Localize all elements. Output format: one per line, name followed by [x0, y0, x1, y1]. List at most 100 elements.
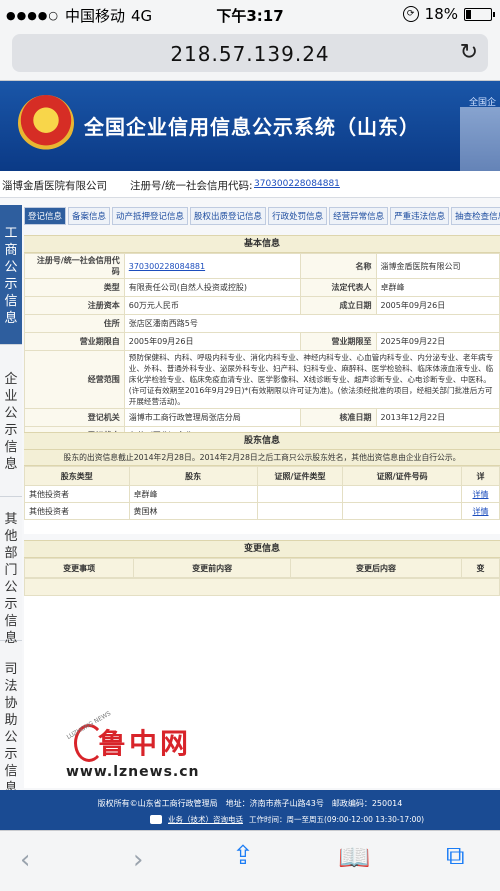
detail-link[interactable]: 详情 — [461, 502, 500, 520]
scope-value: 预防保健科、内科、呼吸内科专业、消化内科专业、神经内科专业、心血管内科专业、内分… — [123, 350, 500, 409]
term-from-label: 营业期限自 — [24, 332, 125, 351]
watermark-url: www.lznews.cn — [66, 764, 200, 780]
shareholder-id-type — [256, 502, 344, 520]
type-label: 类型 — [24, 278, 125, 297]
col-header: 股东类型 — [24, 466, 130, 486]
company-bar: 淄博金盾医院有限公司 注册号/统一社会信用代码: 370300228084881 — [0, 171, 500, 198]
shareholders-title: 股东信息 — [24, 432, 500, 450]
name-label: 名称 — [299, 253, 377, 279]
shareholder-id-no — [342, 502, 462, 520]
col-header: 股东 — [128, 466, 258, 486]
scope-label: 经营范围 — [24, 350, 125, 409]
table-row: 其他投资者 卓群峰 详情 — [24, 485, 500, 503]
term-from-value: 2005年09月26日 — [123, 332, 301, 351]
type-value: 有限责任公司(自然人投资或控股) — [123, 278, 301, 297]
national-emblem-logo — [18, 95, 74, 151]
col-header: 变更前内容 — [133, 558, 291, 578]
tabs-icon[interactable]: ⧉ — [446, 841, 465, 872]
tab-serious-violation[interactable]: 严重违法信息 — [390, 207, 450, 225]
est-value: 2005年09月26日 — [375, 296, 500, 315]
url-text: 218.57.139.24 — [170, 42, 330, 66]
tab-filing[interactable]: 备案信息 — [68, 207, 111, 225]
basic-info-panel: 基本信息 注册号/统一社会信用代码 370300228084881 名称 淄博金… — [24, 235, 500, 445]
rotation-lock-icon: ⟳ — [402, 6, 419, 22]
tab-abnormal[interactable]: 经营异常信息 — [329, 207, 389, 225]
rep-label: 法定代表人 — [299, 278, 377, 297]
battery-icon — [464, 7, 495, 21]
term-to-label: 营业期限至 — [299, 332, 377, 351]
rep-value: 卓群峰 — [375, 278, 500, 297]
tab-equity-pledge[interactable]: 股权出质登记信息 — [190, 207, 267, 225]
bookmarks-icon[interactable]: 📖 — [338, 843, 370, 873]
battery-percent: 18% — [424, 5, 458, 23]
table-header-row: 变更事项 变更前内容 变更后内容 变 — [23, 558, 500, 578]
tab-registration[interactable]: 登记信息 — [24, 207, 67, 225]
watermark: LUZHONG NEWS 鲁中网 www.lznews.cn — [60, 710, 260, 784]
basic-info-table: 注册号/统一社会信用代码 370300228084881 名称 淄博金盾医院有限… — [24, 253, 500, 445]
est-label: 成立日期 — [299, 296, 377, 315]
basic-info-title: 基本信息 — [24, 235, 500, 253]
table-row: 注册号/统一社会信用代码 370300228084881 名称 淄博金盾医院有限… — [24, 253, 500, 279]
table-row: 住所 张店区潘南西路5号 — [24, 314, 500, 333]
left-nav-item-other-departments[interactable]: 其他部门公示信息 — [0, 499, 22, 646]
reg-no-value[interactable]: 370300228084881 — [123, 253, 301, 279]
reg-label: 注册号/统一社会信用代码: — [130, 180, 253, 192]
shareholder-name: 黄国林 — [128, 502, 258, 520]
table-header-row: 股东类型 股东 证照/证件类型 证照/证件号码 详 — [24, 466, 500, 486]
approve-value: 2013年12月22日 — [375, 408, 500, 427]
col-header: 变 — [461, 558, 500, 578]
tab-bar: 登记信息 备案信息 动产抵押登记信息 股权出质登记信息 行政处罚信息 经营异常信… — [24, 207, 500, 225]
left-nav-item-business[interactable]: 工商公示信息 — [0, 205, 22, 345]
site-footer: 版权所有©山东省工商行政管理局 地址：济南市燕子山路43号 邮政编码：25001… — [0, 790, 500, 830]
skyline-decoration — [460, 107, 500, 171]
reg-no-label: 注册号/统一社会信用代码 — [24, 253, 125, 279]
changes-title: 变更信息 — [24, 540, 500, 558]
left-nav-item-judicial[interactable]: 司法协助公示信息 — [0, 643, 22, 796]
shareholders-panel: 股东信息 股东的出资信息截止2014年2月28日。2014年2月28日之后工商只… — [24, 432, 500, 534]
site-title: 全国企业信用信息公示系统（山东） — [84, 115, 420, 139]
watermark-logo: 鲁中网 — [98, 727, 192, 760]
tab-inspection[interactable]: 抽查检查信息 — [451, 207, 500, 225]
table-row: 经营范围 预防保健科、内科、呼吸内科专业、消化内科专业、神经内科专业、心血管内科… — [24, 350, 500, 409]
table-row: 注册资本 60万元人民币 成立日期 2005年09月26日 — [24, 296, 500, 315]
url-field[interactable]: 218.57.139.24 ↻ — [12, 34, 488, 72]
shareholder-type: 其他投资者 — [24, 485, 130, 503]
tab-penalty[interactable]: 行政处罚信息 — [268, 207, 328, 225]
table-row: 类型 有限责任公司(自然人投资或控股) 法定代表人 卓群峰 — [24, 278, 500, 297]
address-value: 张店区潘南西路5号 — [123, 314, 500, 333]
reload-icon[interactable]: ↻ — [460, 40, 478, 65]
working-hours: 工作时间：周一至周五(09:00-12:00 13:30-17:00) — [249, 815, 425, 824]
empty-row — [24, 578, 500, 596]
left-nav-item-enterprise[interactable]: 企业公示信息 — [0, 347, 22, 497]
col-header: 证照/证件类型 — [256, 466, 344, 486]
hotline-link[interactable]: 业务（技术）咨询电话 — [168, 814, 243, 825]
shareholder-name: 卓群峰 — [128, 485, 258, 503]
table-row: 营业期限自 2005年09月26日 营业期限至 2025年09月22日 — [24, 332, 500, 351]
shareholders-note: 股东的出资信息截止2014年2月28日。2014年2月28日之后工商只公示股东姓… — [24, 450, 500, 466]
capital-value: 60万元人民币 — [123, 296, 301, 315]
col-header: 变更后内容 — [290, 558, 462, 578]
col-header: 证照/证件号码 — [342, 466, 462, 486]
reg-value-link[interactable]: 370300228084881 — [254, 179, 340, 189]
authority-value: 淄博市工商行政管理局张店分局 — [123, 408, 301, 427]
tab-chattel-mortgage[interactable]: 动产抵押登记信息 — [112, 207, 189, 225]
changes-table: 变更事项 变更前内容 变更后内容 变 — [23, 558, 500, 578]
term-to-value: 2025年09月22日 — [375, 332, 500, 351]
browser-address-bar: 218.57.139.24 ↻ — [0, 28, 500, 81]
shareholders-table: 股东类型 股东 证照/证件类型 证照/证件号码 详 其他投资者 卓群峰 详情 其… — [24, 466, 500, 520]
shareholder-id-type — [256, 485, 344, 503]
browser-toolbar: ‹ › ⇪ 📖 ⧉ — [0, 830, 500, 891]
footer-copyright: 版权所有©山东省工商行政管理局 地址：济南市燕子山路43号 邮政编码：25001… — [97, 799, 403, 808]
detail-link[interactable]: 详情 — [461, 485, 500, 503]
shareholder-id-no — [342, 485, 462, 503]
share-icon[interactable]: ⇪ — [232, 841, 254, 871]
col-header: 详 — [461, 466, 500, 486]
battery-fill — [466, 9, 471, 19]
approve-label: 核准日期 — [299, 408, 377, 427]
shareholder-type: 其他投资者 — [24, 502, 130, 520]
authority-label: 登记机关 — [24, 408, 125, 427]
back-icon[interactable]: ‹ — [20, 845, 30, 875]
forward-icon[interactable]: › — [133, 845, 143, 875]
col-header: 变更事项 — [23, 558, 135, 578]
company-name: 淄博金盾医院有限公司 — [2, 180, 107, 192]
